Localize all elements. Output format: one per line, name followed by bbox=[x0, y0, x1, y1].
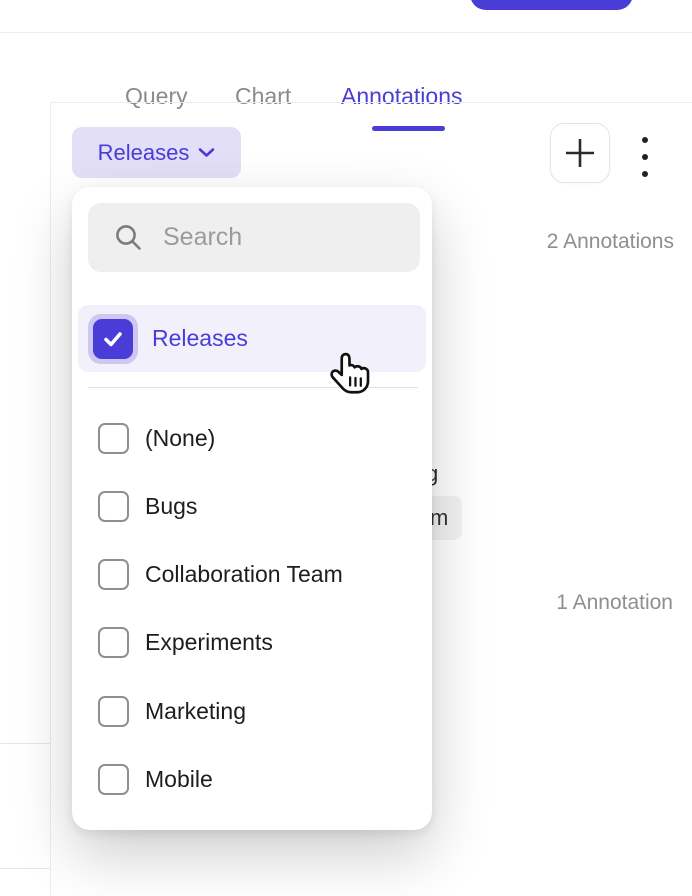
option-mobile[interactable]: Mobile bbox=[72, 745, 432, 813]
option-label: Bugs bbox=[145, 493, 197, 520]
chevron-down-icon bbox=[198, 147, 215, 158]
option-label: Marketing bbox=[145, 698, 246, 725]
option-releases[interactable]: Releases bbox=[78, 305, 426, 372]
search-input[interactable] bbox=[163, 223, 383, 252]
option-none[interactable]: (None) bbox=[72, 404, 432, 472]
releases-filter-button[interactable]: Releases bbox=[72, 127, 241, 178]
kebab-dot bbox=[642, 154, 648, 160]
option-marketing[interactable]: Marketing bbox=[72, 677, 432, 745]
option-label: Releases bbox=[152, 325, 248, 352]
tab-chart[interactable]: Chart bbox=[235, 83, 291, 110]
option-bugs[interactable]: Bugs bbox=[72, 472, 432, 540]
checkbox-unchecked[interactable] bbox=[98, 627, 129, 658]
sidebar-row-divider bbox=[0, 868, 50, 869]
checkbox-unchecked[interactable] bbox=[98, 696, 129, 727]
checkmark-icon bbox=[101, 327, 125, 351]
option-experiments[interactable]: Experiments bbox=[72, 608, 432, 676]
plus-icon bbox=[564, 137, 596, 169]
option-label: (None) bbox=[145, 425, 215, 452]
checkbox-focus-ring bbox=[88, 314, 138, 364]
kebab-dot bbox=[642, 171, 648, 177]
checkbox-unchecked[interactable] bbox=[98, 423, 129, 454]
dropdown-section-divider bbox=[88, 387, 418, 388]
sidebar-row-divider bbox=[0, 743, 50, 744]
option-label: Collaboration Team bbox=[145, 561, 343, 588]
tab-annotations[interactable]: Annotations bbox=[341, 83, 462, 110]
option-label: Experiments bbox=[145, 629, 273, 656]
option-collaboration-team[interactable]: Collaboration Team bbox=[72, 540, 432, 608]
checkbox-unchecked[interactable] bbox=[98, 559, 129, 590]
option-label: Mobile bbox=[145, 766, 213, 793]
tab-query[interactable]: Query bbox=[125, 83, 188, 110]
dropdown-search[interactable] bbox=[88, 203, 420, 272]
releases-filter-label: Releases bbox=[98, 140, 190, 166]
tab-bar-divider bbox=[50, 102, 692, 103]
search-icon bbox=[114, 223, 143, 252]
sidebar-divider bbox=[50, 32, 51, 896]
checkbox-checked[interactable] bbox=[93, 319, 133, 359]
app-window: Query Chart Annotations Releases 2 Annot… bbox=[0, 0, 692, 896]
more-options-button[interactable] bbox=[638, 135, 652, 179]
annotation-count-top: 2 Annotations bbox=[547, 230, 674, 254]
annotation-count-bottom: 1 Annotation bbox=[556, 591, 673, 615]
releases-dropdown-panel: Releases (None) Bugs Collaboration Team … bbox=[72, 187, 432, 830]
top-partial-button[interactable] bbox=[470, 0, 633, 10]
active-tab-underline bbox=[372, 126, 445, 131]
add-annotation-button[interactable] bbox=[550, 123, 610, 183]
tab-bar: Query Chart Annotations bbox=[50, 33, 692, 102]
checkbox-unchecked[interactable] bbox=[98, 764, 129, 795]
checkbox-unchecked[interactable] bbox=[98, 491, 129, 522]
kebab-dot bbox=[642, 137, 648, 143]
